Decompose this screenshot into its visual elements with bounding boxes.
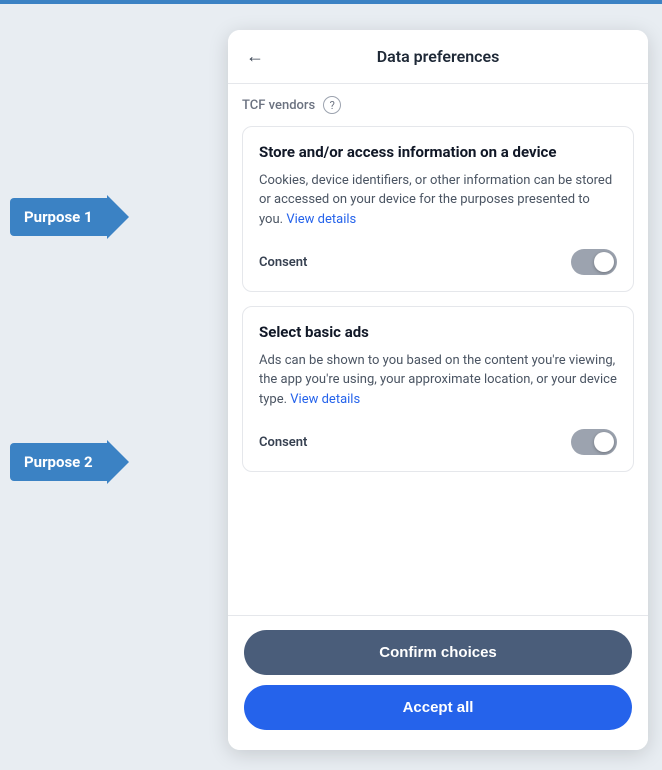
modal-footer: Confirm choices Accept all xyxy=(228,615,648,750)
tcf-vendors-label: TCF vendors xyxy=(242,98,315,113)
purpose2-arrowhead xyxy=(107,440,129,484)
modal-title: Data preferences xyxy=(276,47,600,66)
tcf-vendors-row: TCF vendors ? xyxy=(242,84,634,126)
purpose-card-1: Store and/or access information on a dev… xyxy=(242,126,634,292)
purpose1-description: Cookies, device identifiers, or other in… xyxy=(259,171,617,230)
purpose2-consent-toggle[interactable] xyxy=(571,429,617,455)
purpose2-consent-row: Consent xyxy=(259,421,617,455)
purpose2-title: Select basic ads xyxy=(259,323,617,343)
purpose1-label: Purpose 1 xyxy=(10,198,107,236)
purpose2-description: Ads can be shown to you based on the con… xyxy=(259,351,617,410)
purpose2-arrow: Purpose 2 xyxy=(10,440,129,484)
modal-header: ← Data preferences xyxy=(228,30,648,84)
tcf-help-icon[interactable]: ? xyxy=(323,96,341,114)
purpose-card-2: Select basic ads Ads can be shown to you… xyxy=(242,306,634,472)
purpose1-arrow: Purpose 1 xyxy=(10,195,129,239)
confirm-choices-button[interactable]: Confirm choices xyxy=(244,630,632,675)
purpose1-title: Store and/or access information on a dev… xyxy=(259,143,617,163)
back-button[interactable]: ← xyxy=(246,46,264,67)
purpose2-view-details-link[interactable]: View details xyxy=(290,392,360,407)
top-bar xyxy=(0,0,662,4)
purpose2-consent-label: Consent xyxy=(259,435,307,450)
purpose1-consent-toggle[interactable] xyxy=(571,249,617,275)
purpose2-label: Purpose 2 xyxy=(10,443,107,481)
accept-all-button[interactable]: Accept all xyxy=(244,685,632,730)
modal-scrollable-content[interactable]: TCF vendors ? Store and/or access inform… xyxy=(228,84,648,615)
purpose1-view-details-link[interactable]: View details xyxy=(286,212,356,227)
data-preferences-modal: ← Data preferences TCF vendors ? Store a… xyxy=(228,30,648,750)
purpose1-arrowhead xyxy=(107,195,129,239)
purpose1-consent-label: Consent xyxy=(259,255,307,270)
purpose1-consent-row: Consent xyxy=(259,241,617,275)
